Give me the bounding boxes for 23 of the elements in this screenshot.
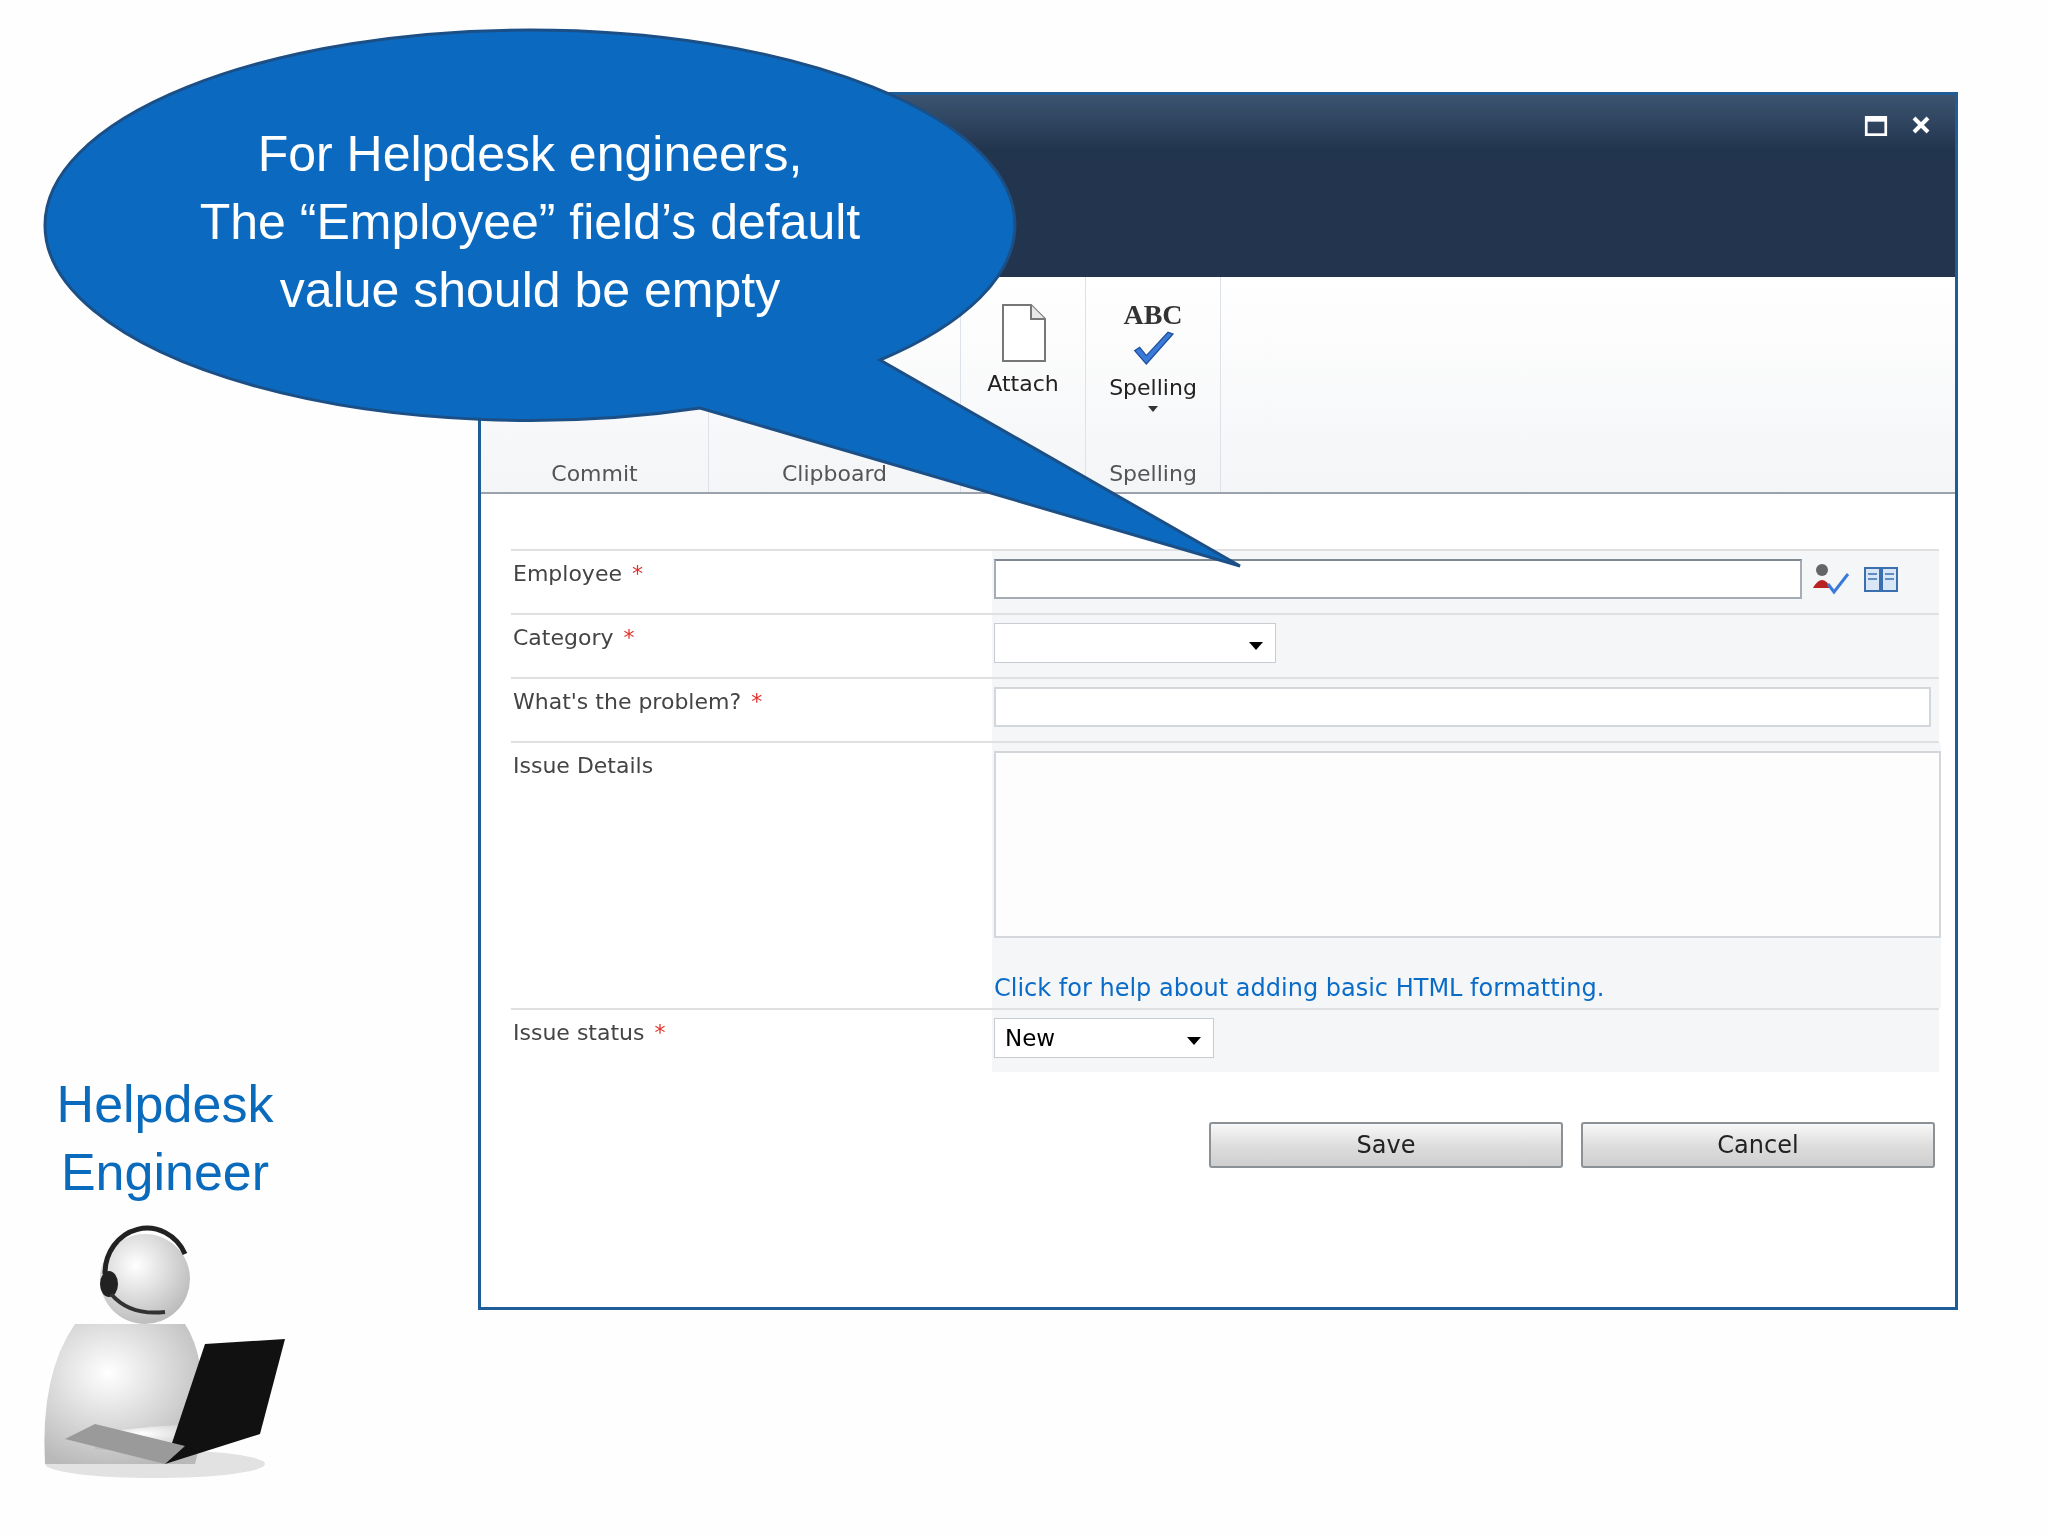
callout-text: For Helpdesk engineers, The “Employee” field’s default value should be empty (198, 125, 862, 320)
ribbon-group-label: Clipboard (781, 461, 888, 486)
presenter-label: Helpdesk Engineer (55, 1074, 275, 1203)
field-label: Category * (512, 624, 636, 652)
field-label: Issue Details (512, 752, 655, 780)
attach-button[interactable]: Attach (983, 299, 1063, 398)
field-label: What's the problem? * (512, 688, 764, 716)
ribbon-group-label: Spelling (1109, 461, 1197, 486)
caret-icon (1187, 1037, 1201, 1045)
text-field[interactable] (994, 687, 1931, 727)
maximize-icon[interactable] (1863, 113, 1889, 139)
caret-icon (1249, 642, 1263, 650)
spelling-button[interactable]: ABC Spelling (1105, 299, 1201, 414)
form-button[interactable]: Save (1209, 1122, 1563, 1168)
address-book-icon[interactable] (1862, 564, 1900, 594)
field-label: Issue status * (512, 1019, 667, 1047)
employee-input[interactable] (994, 559, 1802, 599)
dropdown[interactable]: New (994, 1018, 1214, 1058)
form-button[interactable]: Cancel (1581, 1122, 1935, 1168)
spelling-icon-text: ABC (1123, 301, 1183, 329)
field-label: Employee * (512, 560, 644, 588)
ribbon-group-label: Commit (551, 461, 638, 486)
help-link[interactable]: Click for help about adding basic HTML formatting. (994, 974, 1605, 1002)
